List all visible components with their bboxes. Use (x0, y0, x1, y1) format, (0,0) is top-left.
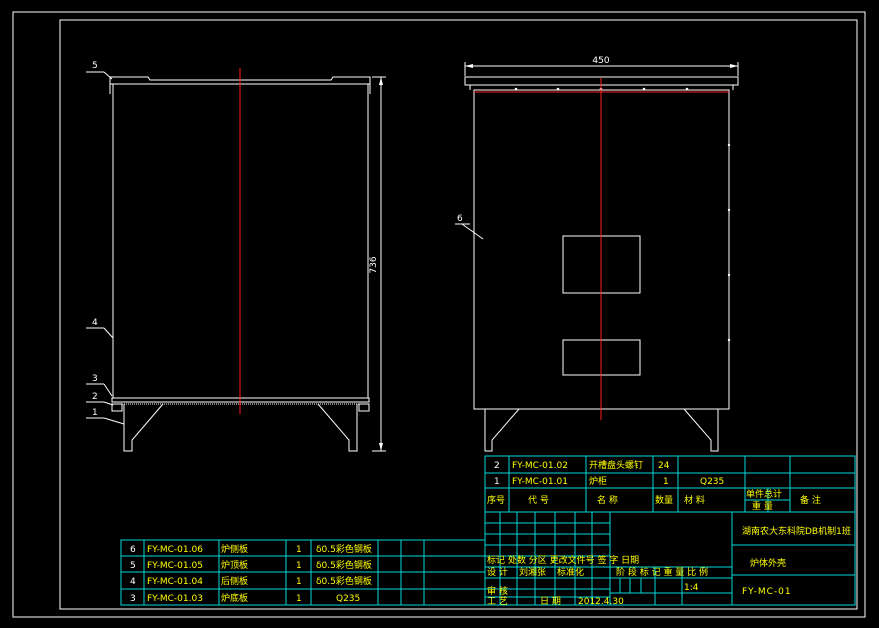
lower-row-6-material: δ0.5彩色钢板 (316, 543, 372, 555)
front-leg-right (683, 408, 719, 452)
lower-row-3-no: 3 (130, 594, 136, 604)
upper-row-1-qty: 1 (663, 477, 669, 487)
front-width-dimension: 450 (592, 56, 609, 66)
svg-text:4: 4 (92, 318, 98, 328)
svg-text:6: 6 (457, 214, 463, 224)
lower-row-6-no: 6 (130, 545, 136, 555)
side-height-dimension: 736 (369, 256, 379, 273)
lower-row-4-name: 后侧板 (221, 575, 248, 587)
header-remark: 备 注 (800, 494, 821, 506)
header-name: 名 称 (597, 494, 618, 506)
parts-list-lower: 6 FY-MC-01.06 炉侧板 1 δ0.5彩色钢板 5 FY-MC-01.… (120, 539, 486, 606)
header-no: 序号 (487, 494, 505, 506)
lower-row-6-code: FY-MC-01.06 (147, 545, 203, 555)
upper-row-2-name: 开槽盘头螺钉 (589, 459, 643, 471)
lower-row-3-material: Q235 (336, 594, 360, 604)
side-leg-right (317, 403, 358, 452)
date: 2012.4.30 (578, 597, 624, 607)
drawing-canvas: 736 5 4 3 2 1 450 6 2 FY-MC-01.02 开槽盘头螺钉… (12, 11, 866, 618)
lower-row-3-qty: 1 (296, 594, 302, 604)
drawing-name: 炉体外壳 (750, 557, 786, 569)
date-label: 日 期 (540, 596, 561, 607)
front-balloon-6: 6 (455, 214, 484, 240)
standard-label: 标准化 (557, 566, 584, 578)
lower-row-5-code: FY-MC-01.05 (147, 561, 203, 571)
outer-frame (12, 11, 866, 618)
lower-row-4-material: δ0.5彩色钢板 (316, 575, 372, 587)
svg-text:2: 2 (92, 392, 98, 402)
svg-text:1: 1 (92, 408, 98, 418)
side-view: 736 5 4 3 2 1 (86, 61, 386, 452)
stage-labels: 阶 段 标 记 重 量 比 例 (616, 566, 708, 578)
header-material: 材 料 (684, 494, 705, 506)
side-balloon-5: 5 (86, 61, 113, 80)
lower-row-5-material: δ0.5彩色钢板 (316, 559, 372, 571)
header-qty: 数量 (655, 494, 673, 506)
upper-row-1-code: FY-MC-01.01 (512, 477, 568, 487)
process-label: 工 艺 (487, 596, 508, 607)
upper-row-1-material: Q235 (700, 477, 724, 487)
lower-row-5-name: 炉顶板 (221, 559, 248, 571)
upper-row-1-no: 1 (494, 477, 500, 487)
parts-list-upper: 2 FY-MC-01.02 开槽盘头螺钉 24 1 FY-MC-01.01 炉柜… (484, 455, 856, 513)
lower-row-3-code: FY-MC-01.03 (147, 594, 203, 604)
lower-row-6-name: 炉侧板 (221, 543, 248, 555)
header-code: 代 号 (528, 495, 549, 506)
side-balloon-2: 2 (86, 392, 114, 406)
front-view: 450 6 (455, 56, 739, 452)
lower-row-3-name: 炉底板 (221, 592, 248, 604)
upper-row-2-code: FY-MC-01.02 (512, 461, 568, 471)
header-weight: 重 量 (752, 500, 773, 512)
side-balloon-1: 1 (86, 408, 125, 425)
scale: 1:4 (684, 583, 699, 593)
inner-frame (59, 19, 858, 610)
design-label: 设 计 (487, 566, 508, 578)
upper-row-2-no: 2 (494, 461, 500, 471)
side-leg-left (123, 403, 164, 452)
lower-row-4-qty: 1 (296, 577, 302, 587)
company: 湖南农大东科院DB机制1班 (742, 525, 851, 537)
lower-row-6-qty: 1 (296, 545, 302, 555)
svg-text:3: 3 (92, 374, 98, 384)
upper-row-2-qty: 24 (658, 461, 670, 471)
front-leg-left (484, 408, 520, 452)
rev-labels: 标记 处数 分区 更改文件号 签 字 日期 (487, 554, 639, 566)
drawing-no: FY-MC-01 (742, 587, 792, 597)
lower-row-4-code: FY-MC-01.04 (147, 577, 203, 587)
side-balloon-4: 4 (86, 318, 114, 339)
designer: 刘湘张 (519, 566, 546, 578)
lower-row-5-no: 5 (130, 561, 136, 571)
lower-row-5-qty: 1 (296, 561, 302, 571)
side-balloon-3: 3 (86, 374, 113, 397)
lower-row-4-no: 4 (130, 577, 136, 587)
svg-text:5: 5 (92, 61, 98, 71)
review-label: 审 核 (487, 585, 508, 597)
title-block: 标记 处数 分区 更改文件号 签 字 日期 设 计 刘湘张 标准化 审 核 工 … (484, 511, 856, 607)
header-unit-weight: 单件总计 (746, 488, 782, 500)
upper-row-1-name: 炉柜 (589, 475, 607, 487)
